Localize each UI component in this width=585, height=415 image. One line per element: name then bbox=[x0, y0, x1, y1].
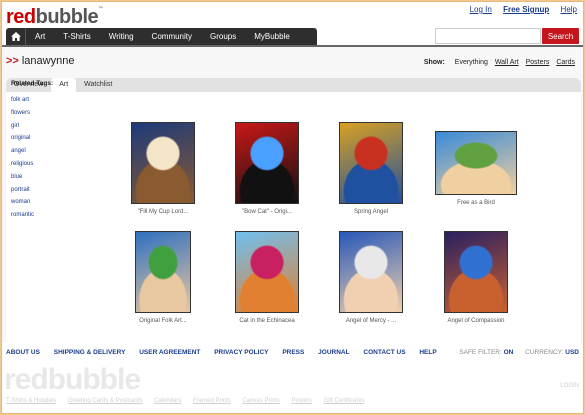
title-arrows: >> bbox=[6, 55, 19, 67]
page: redbubble™ Log In Free Signup Help Art T… bbox=[1, 1, 584, 414]
footer-link-shipping[interactable]: SHIPPING & DELIVERY bbox=[54, 349, 126, 356]
nav-community[interactable]: Community bbox=[143, 28, 201, 45]
show-cards[interactable]: Cards bbox=[556, 59, 575, 66]
nav-tshirts[interactable]: T-Shirts bbox=[54, 28, 100, 45]
footer-logo: redbubble bbox=[4, 363, 141, 396]
footer-settings: SAFE FILTER: ON CURRENCY: USD bbox=[459, 349, 579, 356]
footer-links: ABOUT US SHIPPING & DELIVERY USER AGREEM… bbox=[6, 349, 449, 356]
footer-link-journal[interactable]: JOURNAL bbox=[318, 349, 349, 356]
show-wall-art[interactable]: Wall Art bbox=[495, 59, 519, 66]
safe-filter-label: SAFE FILTER: bbox=[459, 349, 502, 356]
help-link[interactable]: Help bbox=[561, 5, 577, 14]
artwork-card[interactable]: "Bow Cat" - Origi... bbox=[228, 122, 306, 215]
username: lanawynne bbox=[21, 55, 75, 67]
artwork-caption[interactable]: Angel of Compassion bbox=[437, 318, 515, 324]
artwork-thumbnail[interactable] bbox=[131, 122, 195, 204]
show-label: Show: bbox=[423, 59, 445, 66]
artwork-card[interactable]: Free as a Bird bbox=[432, 131, 520, 206]
tag-link[interactable]: flowers bbox=[11, 107, 53, 120]
artwork-thumbnail[interactable] bbox=[235, 231, 299, 313]
free-signup-link[interactable]: Free Signup bbox=[503, 5, 549, 14]
footer-product-link[interactable]: Framed Prints bbox=[193, 398, 231, 404]
artwork-card[interactable]: Cat in the Echinacea bbox=[228, 231, 306, 324]
footer-link-privacy[interactable]: PRIVACY POLICY bbox=[214, 349, 268, 356]
search-button[interactable]: Search bbox=[542, 28, 579, 44]
footer-product-link[interactable]: Gift Certificates bbox=[324, 398, 365, 404]
artwork-thumbnail[interactable] bbox=[444, 231, 508, 313]
tag-link[interactable]: original bbox=[11, 132, 53, 145]
tab-art[interactable]: Art bbox=[51, 78, 77, 92]
footer-product-links: T-Shirts & Hoodies Greeting Cards & Post… bbox=[6, 398, 375, 404]
artwork-thumbnail[interactable] bbox=[339, 122, 403, 204]
nav-art[interactable]: Art bbox=[26, 28, 54, 45]
artwork-thumbnail[interactable] bbox=[135, 231, 191, 313]
footer-product-link[interactable]: Canvas Prints bbox=[242, 398, 279, 404]
show-posters[interactable]: Posters bbox=[526, 59, 550, 66]
nav-groups[interactable]: Groups bbox=[201, 28, 245, 45]
nav-writing[interactable]: Writing bbox=[100, 28, 143, 45]
artwork-caption[interactable]: "Bow Cat" - Origi... bbox=[228, 209, 306, 215]
tag-link[interactable]: romantic bbox=[11, 209, 53, 222]
footer-product-link[interactable]: T-Shirts & Hoodies bbox=[6, 398, 56, 404]
show-filter: Show: Everything Wall Art Posters Cards bbox=[424, 59, 575, 66]
footer-product-link[interactable]: Calendars bbox=[154, 398, 181, 404]
artwork-thumbnail[interactable] bbox=[339, 231, 403, 313]
artwork-card[interactable]: "Fill My Cup Lord... bbox=[124, 122, 202, 215]
tag-link[interactable]: girl bbox=[11, 120, 53, 133]
artwork-card[interactable]: Angel of Compassion bbox=[437, 231, 515, 324]
artwork-card[interactable]: Spring Angel bbox=[332, 122, 410, 215]
footer-link-press[interactable]: PRESS bbox=[282, 349, 304, 356]
footer-link-contact[interactable]: CONTACT US bbox=[363, 349, 405, 356]
tag-link[interactable]: woman bbox=[11, 196, 53, 209]
tag-link[interactable]: portrait bbox=[11, 184, 53, 197]
artwork-caption[interactable]: Cat in the Echinacea bbox=[228, 318, 306, 324]
tag-link[interactable]: religious bbox=[11, 158, 53, 171]
artwork-caption[interactable]: Angel of Mercy - ... bbox=[332, 318, 410, 324]
currency-label: CURRENCY: bbox=[525, 349, 564, 356]
search-input[interactable] bbox=[435, 28, 541, 44]
login-link[interactable]: Log In bbox=[470, 5, 492, 14]
currency-select[interactable]: USD bbox=[565, 349, 579, 356]
artwork-card[interactable]: Original Folk Art... bbox=[124, 231, 202, 324]
profile-tabs: Overview Art Watchlist bbox=[6, 78, 581, 92]
footer-login-link[interactable]: LOGIN bbox=[560, 383, 579, 389]
tag-link[interactable]: folk art bbox=[11, 94, 53, 107]
tag-link[interactable]: blue bbox=[11, 171, 53, 184]
artwork-caption[interactable]: Free as a Bird bbox=[432, 200, 520, 206]
footer-link-agreement[interactable]: USER AGREEMENT bbox=[139, 349, 200, 356]
main-nav: Art T-Shirts Writing Community Groups My… bbox=[6, 28, 317, 45]
related-tags: Related Tags: folk art flowers girl orig… bbox=[11, 80, 53, 222]
artwork-card[interactable]: Angel of Mercy - ... bbox=[332, 231, 410, 324]
footer-product-link[interactable]: Posters bbox=[292, 398, 312, 404]
top-links: Log In Free Signup Help bbox=[461, 5, 577, 14]
artwork-thumbnail[interactable] bbox=[235, 122, 299, 204]
artwork-thumbnail[interactable] bbox=[435, 131, 517, 195]
nav-mybubble[interactable]: MyBubble bbox=[245, 28, 299, 45]
page-title: >> lanawynne bbox=[6, 55, 74, 67]
tag-link[interactable]: angel bbox=[11, 145, 53, 158]
footer-link-about[interactable]: ABOUT US bbox=[6, 349, 40, 356]
footer: ABOUT US SHIPPING & DELIVERY USER AGREEM… bbox=[2, 345, 583, 413]
artwork-caption[interactable]: Original Folk Art... bbox=[124, 318, 202, 324]
footer-link-help[interactable]: HELP bbox=[419, 349, 436, 356]
home-icon[interactable] bbox=[6, 28, 26, 45]
artwork-caption[interactable]: "Fill My Cup Lord... bbox=[124, 209, 202, 215]
tab-watchlist[interactable]: Watchlist bbox=[76, 78, 120, 92]
redbubble-logo[interactable]: redbubble™ bbox=[6, 6, 103, 29]
artwork-caption[interactable]: Spring Angel bbox=[332, 209, 410, 215]
safe-filter-toggle[interactable]: ON bbox=[504, 349, 514, 356]
footer-product-link[interactable]: Greeting Cards & Postcards bbox=[68, 398, 143, 404]
show-everything[interactable]: Everything bbox=[455, 59, 488, 66]
related-tags-heading: Related Tags: bbox=[11, 80, 54, 87]
